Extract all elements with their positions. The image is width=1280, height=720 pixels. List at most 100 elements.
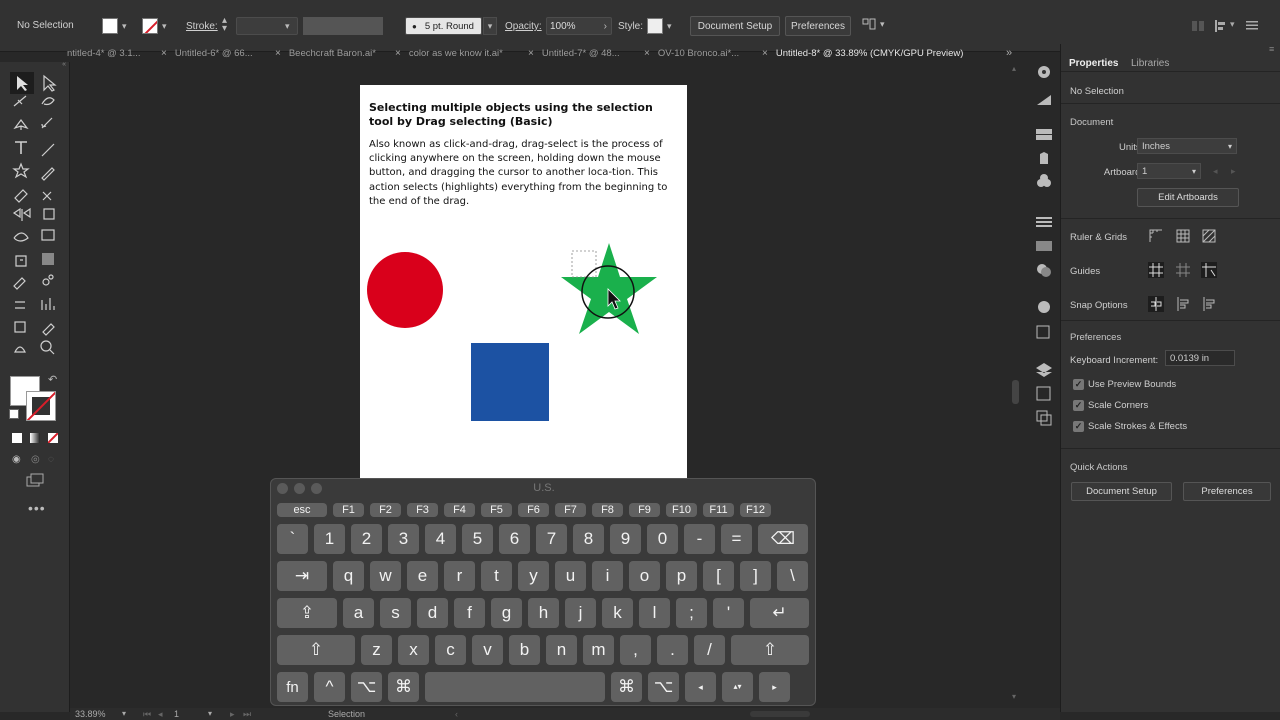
stroke-weight-stepper[interactable]: ▴ ▾ bbox=[222, 16, 227, 34]
scroll-down-icon[interactable]: ▾ bbox=[1012, 692, 1016, 701]
artboard-chevron-icon[interactable]: ▾ bbox=[208, 709, 212, 718]
key-char[interactable]: k bbox=[602, 598, 633, 628]
key-esc[interactable]: esc bbox=[277, 503, 327, 517]
key-command[interactable]: ⌘ bbox=[388, 672, 419, 702]
key-f8[interactable]: F8 bbox=[592, 503, 623, 517]
key-arrow-right[interactable]: ▸ bbox=[759, 672, 790, 702]
key-char[interactable]: ; bbox=[676, 598, 707, 628]
units-dropdown[interactable]: Inches ▾ bbox=[1137, 138, 1237, 154]
swap-colors-icon[interactable]: ↶ bbox=[48, 373, 57, 386]
key-char[interactable]: t bbox=[481, 561, 512, 591]
close-tab-icon[interactable]: × bbox=[395, 48, 401, 59]
show-guides-icon[interactable] bbox=[1148, 262, 1164, 278]
quick-preferences-button[interactable]: Preferences bbox=[1183, 482, 1271, 501]
key-char[interactable]: i bbox=[592, 561, 623, 591]
key-char[interactable]: - bbox=[684, 524, 715, 554]
scale-strokes-checkbox[interactable]: ✓ Scale Strokes & Effects bbox=[1073, 421, 1187, 432]
next-artboard-icon[interactable]: ▸ bbox=[1231, 166, 1236, 177]
key-char[interactable]: j bbox=[565, 598, 596, 628]
key-char[interactable]: m bbox=[583, 635, 614, 665]
distribute-icon[interactable] bbox=[1212, 18, 1228, 34]
key-char[interactable]: \ bbox=[777, 561, 808, 591]
document-tab[interactable]: × color as we know it.ai* bbox=[395, 44, 503, 62]
lock-guides-icon[interactable] bbox=[1175, 262, 1191, 278]
brush-definition-dropdown[interactable]: ● 5 pt. Round bbox=[405, 17, 482, 35]
draw-inside-icon[interactable]: ◌ bbox=[48, 454, 54, 465]
key-char[interactable]: z bbox=[361, 635, 392, 665]
zoom-level[interactable]: 33.89% bbox=[75, 709, 106, 719]
key-option[interactable]: ⌥ bbox=[351, 672, 382, 702]
key-char[interactable]: o bbox=[629, 561, 660, 591]
key-delete[interactable]: ⌫ bbox=[758, 524, 808, 554]
status-arrow-icon[interactable]: ‹ bbox=[455, 709, 458, 719]
red-circle[interactable] bbox=[367, 252, 443, 328]
document-tab[interactable]: × Beechcraft Baron.ai* bbox=[275, 44, 376, 62]
align-icon[interactable] bbox=[1190, 18, 1206, 34]
snap-to-point-icon[interactable] bbox=[1148, 296, 1164, 312]
key-char[interactable]: n bbox=[546, 635, 577, 665]
arrange-documents-icon[interactable]: ▾ bbox=[862, 17, 885, 31]
use-preview-bounds-checkbox[interactable]: ✓ Use Preview Bounds bbox=[1073, 379, 1176, 390]
key-char[interactable]: 1 bbox=[314, 524, 345, 554]
stroke-swatch[interactable]: ▾ bbox=[142, 18, 167, 34]
edit-artboards-button[interactable]: Edit Artboards bbox=[1137, 188, 1239, 207]
prev-artboard-icon[interactable]: ◂ bbox=[158, 709, 163, 720]
key-char[interactable]: ' bbox=[713, 598, 744, 628]
key-char[interactable]: v bbox=[472, 635, 503, 665]
stroke-color-box[interactable] bbox=[26, 391, 56, 421]
close-tab-icon[interactable]: × bbox=[161, 48, 167, 59]
screen-mode-icon[interactable] bbox=[26, 473, 44, 492]
document-tab[interactable]: × Untitled-6* @ 66... bbox=[161, 44, 253, 62]
tab-libraries[interactable]: Libraries bbox=[1131, 58, 1169, 69]
opacity-field[interactable]: 100% › bbox=[546, 17, 612, 35]
key-char[interactable]: 0 bbox=[647, 524, 678, 554]
brush-chevron-icon[interactable]: ▾ bbox=[483, 17, 497, 35]
key-char[interactable]: p bbox=[666, 561, 697, 591]
keyboard-increment-field[interactable]: 0.0139 in bbox=[1165, 350, 1235, 366]
artboard-number[interactable]: 1 bbox=[174, 709, 179, 719]
key-char[interactable]: 7 bbox=[536, 524, 567, 554]
stroke-weight-dropdown[interactable]: ▾ bbox=[236, 17, 298, 35]
key-char[interactable]: c bbox=[435, 635, 466, 665]
key-fn[interactable]: fn bbox=[277, 672, 308, 702]
key-char[interactable]: ` bbox=[277, 524, 308, 554]
key-arrow-left[interactable]: ◂ bbox=[685, 672, 716, 702]
key-char[interactable]: 8 bbox=[573, 524, 604, 554]
align-chevron-icon[interactable]: ▾ bbox=[1230, 19, 1235, 30]
fill-swatch[interactable]: ▾ bbox=[102, 18, 127, 34]
transparency-grid-icon[interactable] bbox=[1201, 228, 1217, 244]
key-char[interactable]: ] bbox=[740, 561, 771, 591]
tab-properties[interactable]: Properties bbox=[1069, 58, 1118, 69]
key-char[interactable]: s bbox=[380, 598, 411, 628]
edit-toolbar-icon[interactable]: ••• bbox=[28, 500, 46, 516]
previous-artboard-icon[interactable]: ◂ bbox=[1213, 166, 1218, 177]
key-char[interactable]: y bbox=[518, 561, 549, 591]
key-f7[interactable]: F7 bbox=[555, 503, 586, 517]
key-f1[interactable]: F1 bbox=[333, 503, 364, 517]
more-tabs-icon[interactable]: » bbox=[1006, 47, 1012, 59]
key-char[interactable]: r bbox=[444, 561, 475, 591]
key-char[interactable]: l bbox=[639, 598, 670, 628]
key-char[interactable]: g bbox=[491, 598, 522, 628]
last-artboard-icon[interactable]: ⏭ bbox=[243, 709, 251, 720]
scroll-up-icon[interactable]: ▴ bbox=[1012, 64, 1016, 73]
key-f4[interactable]: F4 bbox=[444, 503, 475, 517]
snap-to-pixel-icon[interactable] bbox=[1201, 296, 1217, 312]
key-char[interactable]: 6 bbox=[499, 524, 530, 554]
preferences-button[interactable]: Preferences bbox=[785, 16, 851, 36]
key-char[interactable]: = bbox=[721, 524, 752, 554]
key-char[interactable]: e bbox=[407, 561, 438, 591]
key-char[interactable]: [ bbox=[703, 561, 734, 591]
key-char[interactable]: w bbox=[370, 561, 401, 591]
document-tab[interactable]: × OV-10 Bronco.ai*... bbox=[644, 44, 739, 62]
key-char[interactable]: a bbox=[343, 598, 374, 628]
collapse-panel-icon[interactable]: « bbox=[4, 61, 66, 69]
document-tab[interactable]: × Untitled-8* @ 33.89% (CMYK/GPU Preview) bbox=[762, 44, 963, 62]
key-space[interactable] bbox=[425, 672, 605, 702]
key-char[interactable]: 9 bbox=[610, 524, 641, 554]
document-setup-button[interactable]: Document Setup bbox=[690, 16, 780, 36]
key-char[interactable]: 4 bbox=[425, 524, 456, 554]
key-char[interactable]: 5 bbox=[462, 524, 493, 554]
none-mode-icon[interactable] bbox=[48, 433, 58, 443]
key-char[interactable]: f bbox=[454, 598, 485, 628]
